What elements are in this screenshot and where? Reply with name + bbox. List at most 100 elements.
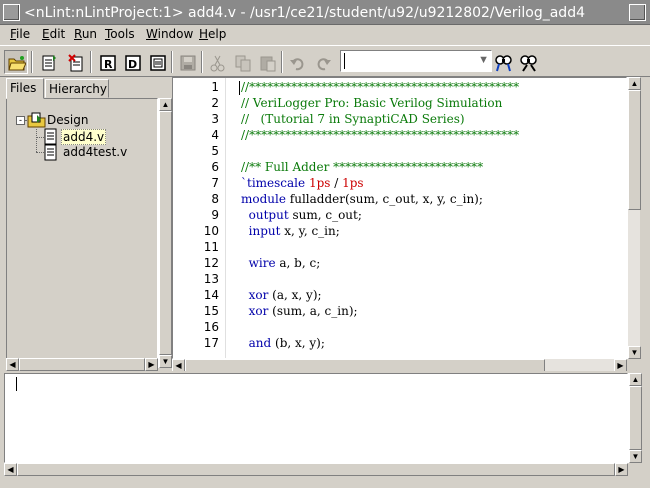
code-token: 1ps (308, 176, 331, 190)
scroll-up-icon[interactable]: ▲ (629, 373, 642, 386)
tree-file-add4[interactable]: add4.v (61, 129, 107, 145)
code-text: input x, y, c_in; (241, 224, 340, 238)
search-caret (344, 53, 345, 69)
tree-vscrollbar[interactable]: ▲ ▼ (158, 98, 172, 368)
code-token: / (330, 176, 343, 190)
search-combo[interactable]: ▼ (340, 50, 492, 72)
run-icon[interactable]: R (95, 50, 119, 74)
line-number: 3 (211, 112, 219, 126)
output-pane[interactable] (4, 373, 628, 463)
undo-icon[interactable] (285, 50, 309, 74)
code-token: output (241, 208, 289, 222)
scroll-up-icon[interactable]: ▲ (628, 77, 641, 90)
design-folder-icon (27, 112, 46, 128)
import-file-icon[interactable] (36, 50, 60, 74)
redo-icon[interactable] (310, 50, 334, 74)
svg-text:R: R (104, 58, 113, 71)
window-menu-icon[interactable] (3, 4, 20, 21)
scroll-up-icon[interactable]: ▲ (159, 98, 172, 111)
tab-files[interactable]: Files (6, 78, 44, 99)
line-number: 11 (203, 240, 219, 254)
debug-icon[interactable]: D (120, 50, 144, 74)
code-token: xor (241, 288, 269, 302)
code-text: //**************************************… (241, 128, 519, 142)
tab-hierarchy[interactable]: Hierarchy (45, 79, 109, 98)
menu-bar: File Edit Run Tools Window Help (0, 25, 650, 45)
line-number: 4 (211, 128, 219, 142)
menu-file[interactable]: File (10, 27, 30, 41)
menu-window[interactable]: Window (146, 27, 193, 41)
menu-help[interactable]: Help (199, 27, 226, 41)
project-panel: Files Hierarchy - Design add4.v add4test… (4, 77, 172, 371)
line-number: 7 (211, 176, 219, 190)
output-hscroll-thumb[interactable] (17, 463, 615, 476)
editor-vscrollbar[interactable]: ▲ ▼ (627, 77, 641, 359)
menu-run[interactable]: Run (74, 27, 97, 41)
editor-vscroll-thumb[interactable] (628, 90, 641, 210)
line-number: 12 (203, 256, 219, 270)
line-number: 17 (203, 336, 219, 350)
open-folder-icon[interactable] (4, 50, 28, 74)
scroll-right-icon[interactable]: ▶ (615, 463, 628, 476)
paste-icon[interactable] (255, 50, 279, 74)
window-maximize-icon[interactable] (629, 4, 646, 21)
cut-icon[interactable] (205, 50, 229, 74)
code-token: wire (241, 256, 276, 270)
file-tree: - Design add4.v add4test.v (6, 98, 158, 368)
text-cursor (16, 377, 17, 391)
line-number: 14 (203, 288, 219, 302)
window-title: <nLint:nLintProject:1> add4.v - /usr1/ce… (24, 5, 585, 21)
remove-file-icon[interactable] (63, 50, 87, 74)
output-vscroll-thumb[interactable] (629, 386, 642, 450)
line-number: 9 (211, 208, 219, 222)
scroll-right-icon[interactable]: ▶ (145, 358, 158, 371)
scroll-left-icon[interactable]: ◀ (6, 358, 19, 371)
code-token: and (241, 336, 272, 350)
code-text: xor (sum, a, c_in); (241, 304, 358, 318)
tree-file-add4test[interactable]: add4test.v (63, 145, 127, 159)
find-icon[interactable] (490, 50, 514, 74)
menu-tools[interactable]: Tools (105, 27, 135, 41)
svg-text:D: D (128, 58, 137, 71)
tree-collapse-icon[interactable]: - (16, 116, 25, 125)
scroll-down-icon[interactable]: ▼ (628, 346, 641, 359)
code-editor[interactable]: 1 //*************************************… (172, 77, 627, 359)
toolbar: R D (0, 45, 650, 77)
output-hscrollbar[interactable]: ◀ ▶ (4, 463, 628, 476)
code-token: fulladder(sum, c_out, x, y, c_in); (285, 192, 483, 206)
tree-vscroll-thumb[interactable] (159, 111, 172, 355)
find-next-icon[interactable] (515, 50, 539, 74)
code-token: //** Full Adder ************************… (241, 160, 484, 174)
scroll-left-icon[interactable]: ◀ (4, 463, 17, 476)
output-vscrollbar[interactable]: ▲ ▼ (628, 373, 642, 463)
code-token: // (Tutorial 7 in SynaptiCAD Series) (241, 112, 465, 126)
title-bar: <nLint:nLintProject:1> add4.v - /usr1/ce… (0, 0, 650, 25)
code-token: `timescale (241, 176, 309, 190)
scroll-down-icon[interactable]: ▼ (629, 450, 642, 463)
tree-hscrollbar[interactable]: ◀ ▶ (6, 358, 158, 371)
code-token: xor (241, 304, 269, 318)
code-token: sum, c_out; (288, 208, 362, 222)
code-token: 1ps (342, 176, 364, 190)
save-icon[interactable] (175, 50, 199, 74)
tree-hscroll-thumb[interactable] (19, 358, 145, 371)
code-text: module fulladder(sum, c_out, x, y, c_in)… (241, 192, 483, 206)
code-text: xor (a, x, y); (241, 288, 322, 302)
code-text: // (Tutorial 7 in SynaptiCAD Series) (241, 112, 465, 126)
report-icon[interactable] (145, 50, 169, 74)
copy-icon[interactable] (230, 50, 254, 74)
line-number: 13 (203, 272, 219, 286)
tree-root-design[interactable]: Design (47, 113, 88, 127)
line-number: 15 (203, 304, 219, 318)
chevron-down-icon[interactable]: ▼ (478, 54, 489, 66)
text-cursor (239, 81, 240, 95)
code-token: input (241, 224, 281, 238)
code-text: and (b, x, y); (241, 336, 325, 350)
line-number: 2 (211, 96, 219, 110)
code-text: // VeriLogger Pro: Basic Verilog Simulat… (241, 96, 502, 110)
verilog-file-icon (44, 144, 57, 161)
menu-edit[interactable]: Edit (42, 27, 65, 41)
code-text: wire a, b, c; (241, 256, 321, 270)
code-text: //**************************************… (241, 80, 519, 94)
scroll-down-icon[interactable]: ▼ (159, 355, 172, 368)
